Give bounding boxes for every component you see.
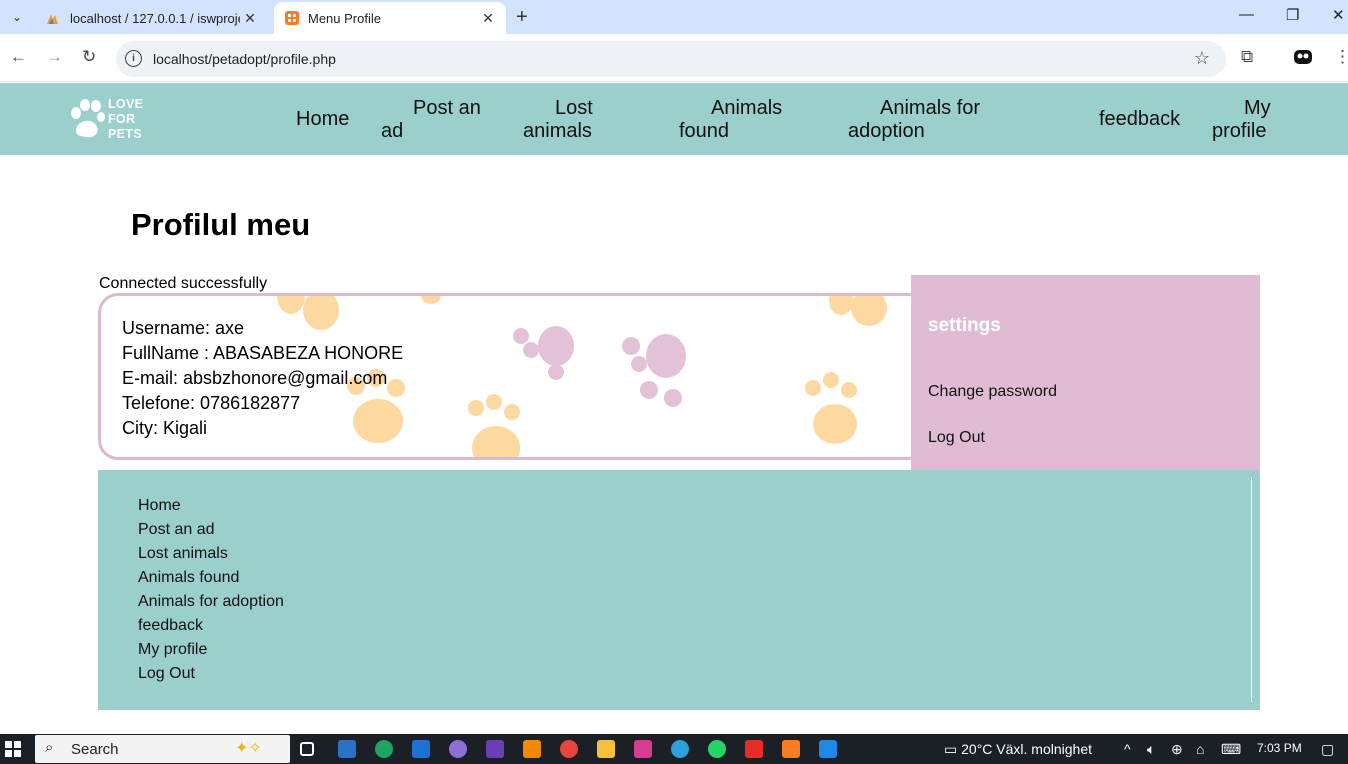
- footer-link-animals-found[interactable]: Animals found: [138, 566, 284, 590]
- instagram-icon[interactable]: [634, 740, 652, 758]
- search-label: Search: [71, 741, 119, 758]
- mail-icon[interactable]: [412, 740, 430, 758]
- sparkle-icon: ✦✧: [235, 740, 262, 757]
- url-text[interactable]: localhost/petadopt/profile.php: [153, 51, 336, 67]
- restore-icon[interactable]: ❐: [1286, 6, 1299, 24]
- profile-phone: Telefone: 0786182877: [122, 393, 301, 413]
- logo-text: LOVE FOR PETS: [108, 97, 144, 141]
- tray-chevron-icon[interactable]: ^: [1124, 741, 1131, 757]
- footer: Home Post an ad Lost animals Animals fou…: [98, 470, 1260, 710]
- nav-home[interactable]: Home: [296, 108, 349, 131]
- profile-city: City: Kigali: [122, 418, 208, 438]
- browser-toolbar: ← → ↻ i localhost/petadopt/profile.php ☆…: [0, 34, 1348, 82]
- telegram-icon[interactable]: [671, 740, 689, 758]
- tab-phpmyadmin[interactable]: localhost / 127.0.0.1 / iswprojec ✕: [36, 2, 268, 34]
- back-arrow-icon[interactable]: ←: [10, 47, 27, 67]
- browser-tab-strip: ⌄ localhost / 127.0.0.1 / iswprojec ✕ Me…: [0, 0, 1348, 34]
- extensions-puzzle-icon[interactable]: ⧉: [1241, 47, 1253, 67]
- settings-panel: settings Change password Log Out: [911, 275, 1260, 470]
- profile-card: Username: axe FullName : ABASABEZA HONOR…: [98, 293, 928, 460]
- site-header: LOVE FOR PETS Home Post an ad Lost animals…: [0, 83, 1348, 155]
- tab-title: localhost / 127.0.0.1 / iswprojec: [70, 10, 240, 26]
- profile-username: Username: axe: [122, 318, 245, 338]
- footer-link-lost-animals[interactable]: Lost animals: [138, 542, 284, 566]
- task-view-icon[interactable]: [300, 742, 314, 756]
- youtube-icon[interactable]: [745, 740, 763, 758]
- nav-post-ad[interactable]: Post an ad: [381, 97, 481, 143]
- vscode-icon[interactable]: [819, 740, 837, 758]
- settings-heading: settings: [928, 315, 1001, 336]
- footer-links: Home Post an ad Lost animals Animals fou…: [138, 494, 284, 686]
- notifications-icon[interactable]: ▢: [1321, 741, 1334, 758]
- media-player-icon[interactable]: [449, 740, 467, 758]
- nav-my-profile[interactable]: My profile: [1212, 97, 1271, 143]
- change-password-link[interactable]: Change password: [928, 383, 1057, 401]
- paw-logo-icon: [71, 99, 105, 138]
- store-icon[interactable]: [338, 740, 356, 758]
- new-tab-plus-icon[interactable]: +: [516, 6, 528, 29]
- footer-link-logout[interactable]: Log Out: [138, 662, 284, 686]
- forward-arrow-icon[interactable]: →: [46, 47, 63, 67]
- chrome-icon[interactable]: [560, 740, 578, 758]
- whatsapp-icon[interactable]: [708, 740, 726, 758]
- footer-link-home[interactable]: Home: [138, 494, 284, 518]
- tab-close-icon[interactable]: ✕: [240, 10, 260, 27]
- tab-search-chevron-icon[interactable]: ⌄: [6, 6, 28, 28]
- vlc-icon[interactable]: [523, 740, 541, 758]
- minimize-icon[interactable]: —: [1239, 6, 1254, 23]
- footer-link-feedback[interactable]: feedback: [138, 614, 284, 638]
- nav-animals-found[interactable]: Animals found: [679, 97, 782, 143]
- profile-avatar-icon[interactable]: [1294, 50, 1312, 64]
- tab-title: Menu Profile: [308, 10, 381, 26]
- tab-close-icon[interactable]: ✕: [478, 10, 498, 27]
- windows-taskbar: ⌕ Search ✦✧ ▭ 20°C Växl. molnighet ^ 🔈︎ …: [0, 734, 1348, 764]
- page-title: Profilul meu: [131, 207, 311, 242]
- language-globe-icon[interactable]: ⊕: [1171, 741, 1183, 758]
- volume-icon[interactable]: 🔈︎: [1147, 741, 1155, 758]
- phpmyadmin-favicon-icon: [47, 14, 58, 24]
- taskbar-clock[interactable]: 7:03 PM: [1257, 741, 1302, 755]
- nav-lost-animals[interactable]: Lost animals: [523, 97, 593, 143]
- love-for-pets-logo[interactable]: LOVE FOR PETS: [68, 95, 158, 143]
- profile-info: Username: axe FullName : ABASABEZA HONOR…: [122, 316, 403, 441]
- site-info-icon[interactable]: i: [125, 50, 142, 67]
- footer-link-my-profile[interactable]: My profile: [138, 638, 284, 662]
- xampp-favicon-icon: [285, 11, 299, 25]
- footer-link-animals-adoption[interactable]: Animals for adoption: [138, 590, 284, 614]
- nav-animals-adoption[interactable]: Animals for adoption: [848, 97, 980, 143]
- reload-icon[interactable]: ↻: [82, 47, 96, 67]
- network-icon[interactable]: ⌂: [1196, 741, 1204, 757]
- tab-menu-profile[interactable]: Menu Profile ✕: [274, 2, 506, 34]
- weather-widget[interactable]: ▭ 20°C Växl. molnighet: [944, 741, 1092, 758]
- weather-icon: ▭: [944, 741, 958, 757]
- keyboard-icon[interactable]: ⌨: [1221, 741, 1241, 758]
- kebab-menu-icon[interactable]: ⋮: [1334, 47, 1348, 67]
- profile-email: E-mail: absbzhonore@gmail.com: [122, 368, 388, 388]
- bookmark-star-icon[interactable]: ☆: [1194, 48, 1210, 69]
- xampp-icon[interactable]: [782, 740, 800, 758]
- edge-icon[interactable]: [375, 740, 393, 758]
- footer-link-post-ad[interactable]: Post an ad: [138, 518, 284, 542]
- footer-divider: [1251, 478, 1252, 702]
- close-window-icon[interactable]: ✕: [1332, 6, 1345, 24]
- windows-start-icon[interactable]: [5, 741, 21, 757]
- connection-status: Connected successfully: [99, 275, 268, 292]
- profile-fullname: FullName : ABASABEZA HONORE: [122, 343, 404, 363]
- taskbar-search-box[interactable]: ⌕ Search ✦✧: [35, 735, 290, 763]
- search-icon: ⌕: [45, 739, 54, 756]
- nav-feedback[interactable]: feedback: [1099, 108, 1180, 131]
- file-explorer-icon[interactable]: [597, 740, 615, 758]
- logout-link[interactable]: Log Out: [928, 429, 985, 447]
- visual-studio-icon[interactable]: [486, 740, 504, 758]
- address-bar[interactable]: i localhost/petadopt/profile.php ☆: [116, 41, 1226, 77]
